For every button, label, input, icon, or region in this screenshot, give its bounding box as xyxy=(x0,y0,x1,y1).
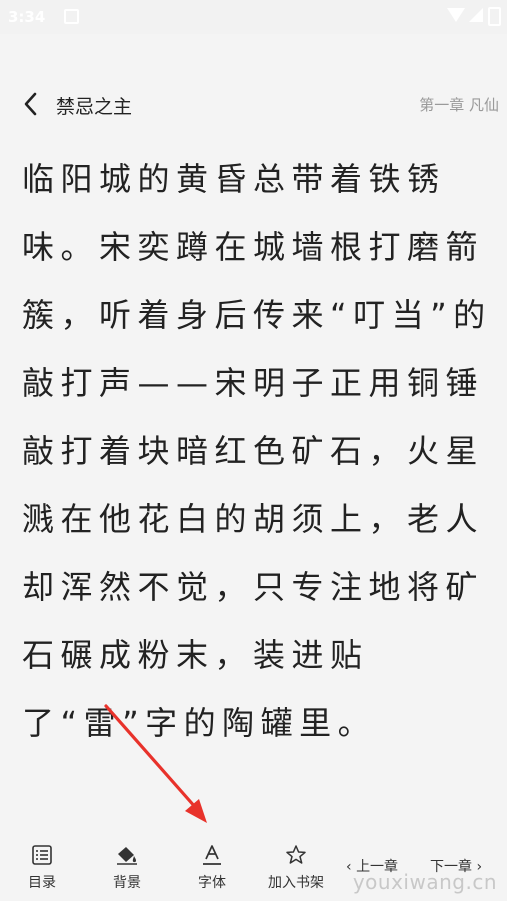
add-bookshelf-button[interactable]: 加入书架 xyxy=(262,844,330,892)
font-icon xyxy=(203,845,221,865)
background-button[interactable]: 背景 xyxy=(97,844,157,892)
chapter-paragraph: 临阳城的黄昏总带着铁锈味。宋奕蹲在城墙根打磨箭簇，听着身后传来“叮当”的敲打声—… xyxy=(22,160,492,742)
status-time: 3:34 xyxy=(8,8,46,26)
catalog-label: 目录 xyxy=(28,875,56,891)
status-bar: 3:34 xyxy=(0,0,507,34)
wifi-icon xyxy=(447,8,465,22)
chevron-left-icon xyxy=(24,92,37,116)
font-button[interactable]: 字体 xyxy=(182,844,242,892)
back-button[interactable] xyxy=(18,90,46,118)
catalog-button[interactable]: 目录 xyxy=(12,844,72,892)
watermark: youxiwang.cn xyxy=(352,870,497,894)
book-title: 禁忌之主 xyxy=(56,96,133,118)
paint-bucket-icon xyxy=(117,847,137,865)
reader-header: 禁忌之主 第一章 凡仙 xyxy=(0,82,507,126)
catalog-icon xyxy=(32,845,52,865)
signal-icon xyxy=(469,8,483,22)
star-icon xyxy=(286,845,306,864)
chevron-left-icon: ‹ xyxy=(346,859,352,875)
notification-icon xyxy=(64,9,79,24)
font-label: 字体 xyxy=(198,875,226,891)
bottom-toolbar: 目录 背景 字体 加入书架 ‹ 上一章 下一章 › youxiwang.cn xyxy=(0,836,507,901)
chapter-content: 临阳城的黄昏总带着铁锈味。宋奕蹲在城墙根打磨箭簇，听着身后传来“叮当”的敲打声—… xyxy=(22,145,492,757)
battery-icon xyxy=(488,7,501,26)
add-bookshelf-label: 加入书架 xyxy=(268,875,324,891)
chapter-title: 第一章 凡仙 xyxy=(419,96,499,114)
background-label: 背景 xyxy=(113,875,141,891)
